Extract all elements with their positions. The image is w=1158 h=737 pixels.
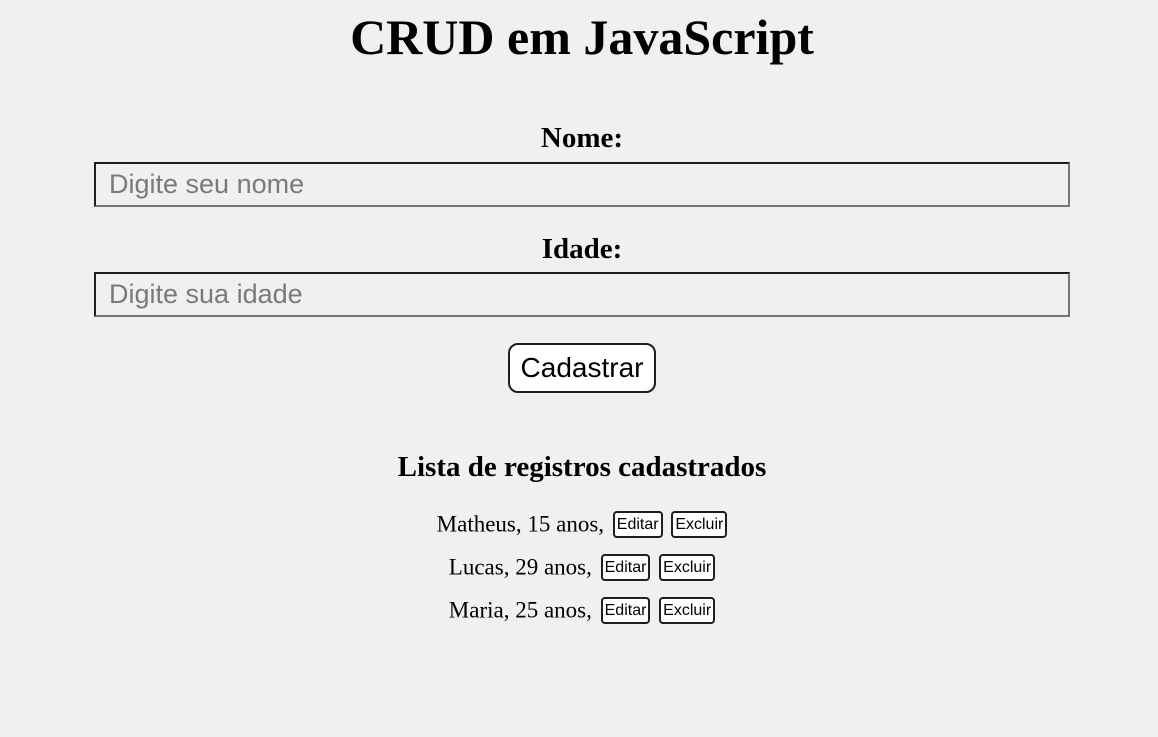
age-input[interactable] [94, 272, 1070, 317]
crud-page: CRUD em JavaScript Nome: Idade: Cadastra… [0, 0, 1158, 737]
edit-button[interactable]: Editar [600, 554, 651, 582]
delete-button[interactable]: Excluir [659, 597, 716, 625]
edit-button[interactable]: Editar [612, 511, 663, 539]
age-label: Idade: [541, 233, 623, 265]
delete-button[interactable]: Excluir [659, 554, 716, 582]
records-list: Matheus, 15 anos, Editar Excluir Lucas, … [0, 506, 1158, 635]
delete-button[interactable]: Excluir [671, 511, 728, 539]
record-item: Lucas, 29 anos, Editar Excluir [0, 549, 1158, 592]
record-item: Matheus, 15 anos, Editar Excluir [0, 506, 1158, 549]
edit-button[interactable]: Editar [600, 597, 651, 625]
name-label: Nome: [540, 122, 624, 154]
page-title: CRUD em JavaScript [350, 9, 814, 65]
record-text: Matheus, 15 anos, [436, 511, 605, 537]
register-button[interactable]: Cadastrar [508, 343, 656, 393]
record-text: Lucas, 29 anos, [448, 554, 592, 580]
records-list-title: Lista de registros cadastrados [397, 451, 767, 483]
record-item: Maria, 25 anos, Editar Excluir [0, 592, 1158, 635]
name-input[interactable] [94, 162, 1070, 207]
record-text: Maria, 25 anos, [448, 597, 592, 623]
